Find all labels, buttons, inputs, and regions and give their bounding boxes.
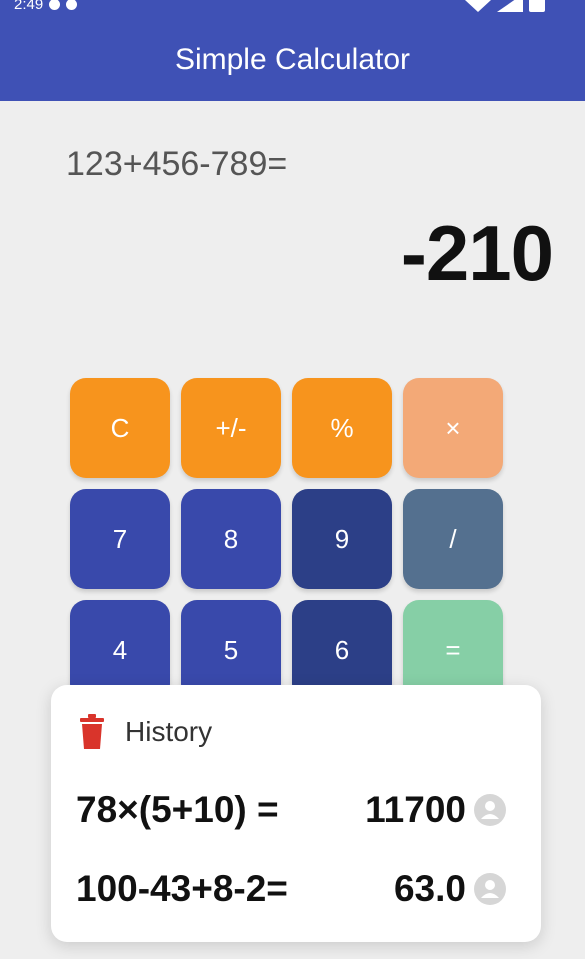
result-display: -210: [400, 209, 554, 297]
digit-9-button[interactable]: 9: [292, 489, 392, 589]
divide-button[interactable]: /: [403, 489, 503, 589]
history-title: History: [125, 716, 213, 747]
avatar-icon: [474, 873, 506, 905]
app-bar: 2:49 Simple Calculator: [0, 0, 585, 101]
digit-7-button[interactable]: 7: [70, 489, 170, 589]
avatar-icon: [474, 794, 506, 826]
battery-icon: [529, 0, 545, 12]
status-time: 2:49: [14, 0, 44, 13]
history-header: History: [77, 713, 212, 751]
history-expression: 78×(5+10) =: [76, 789, 279, 830]
trash-icon[interactable]: [77, 713, 107, 751]
app-title: Simple Calculator: [174, 43, 411, 76]
multiply-button[interactable]: ×: [403, 378, 503, 478]
history-item[interactable]: 100-43+8-2= 63.0: [76, 866, 506, 912]
status-bar: 2:49: [14, 0, 78, 13]
wifi-icon: [465, 0, 491, 12]
status-icons: [465, 0, 545, 12]
location-icon: [49, 0, 61, 10]
history-result: 11700: [365, 789, 466, 830]
history-expression: 100-43+8-2=: [76, 868, 288, 909]
signal-icon: [497, 0, 523, 12]
shield-icon: [66, 0, 78, 10]
expression-display: 123+456-789=: [66, 145, 288, 183]
clear-button[interactable]: C: [70, 378, 170, 478]
sign-toggle-button[interactable]: +/-: [181, 378, 281, 478]
digit-8-button[interactable]: 8: [181, 489, 281, 589]
history-item[interactable]: 78×(5+10) = 11700: [76, 787, 506, 833]
percent-button[interactable]: %: [292, 378, 392, 478]
history-result: 63.0: [393, 868, 466, 909]
history-panel: History 78×(5+10) = 11700 100-43+8-2= 63…: [51, 685, 541, 942]
